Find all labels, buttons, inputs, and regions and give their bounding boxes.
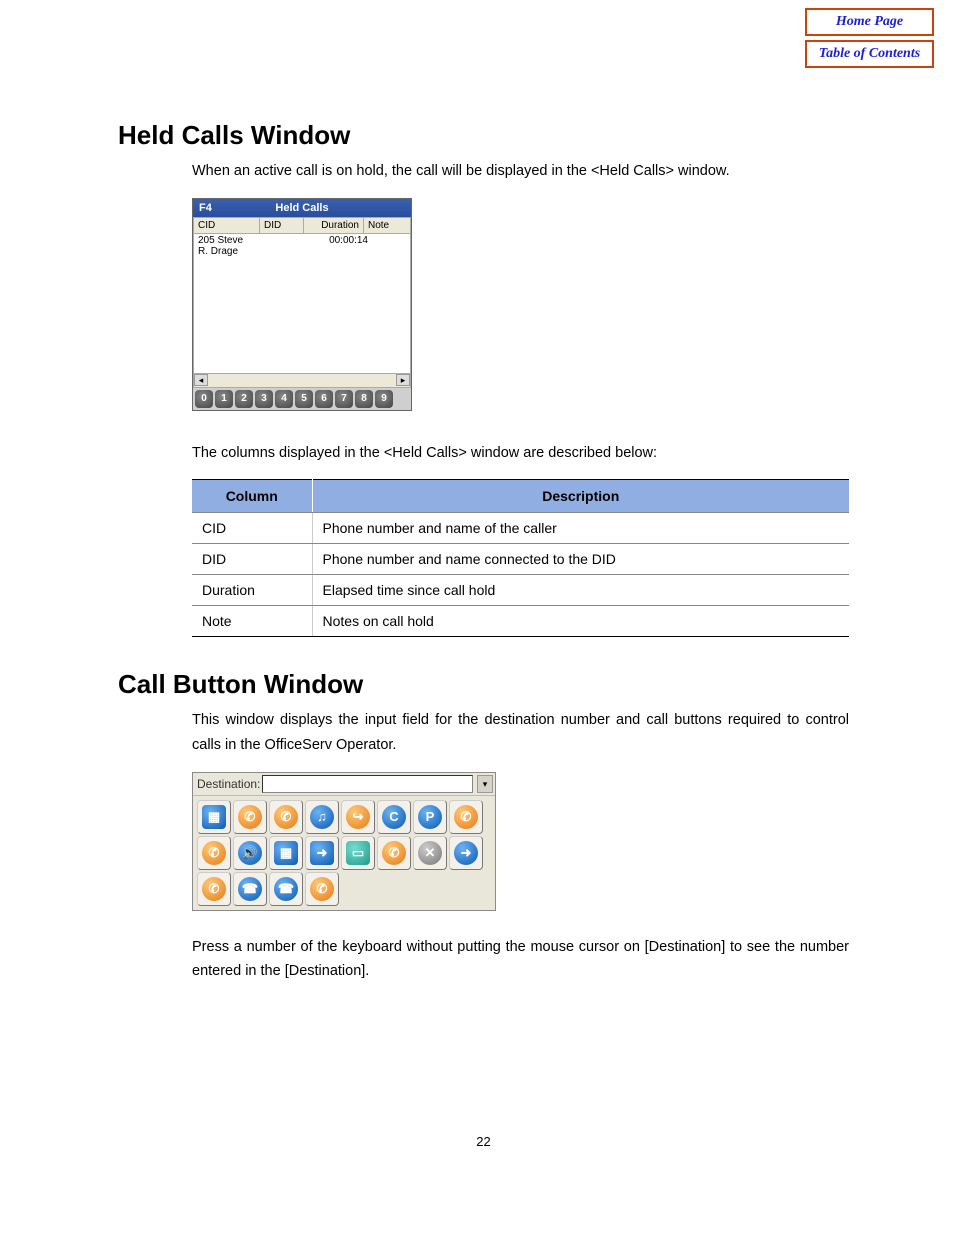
held-calls-intro: When an active call is on hold, the call… (192, 159, 849, 184)
speaker-icon: 🔊 (238, 841, 262, 865)
conference-button[interactable]: ▦ (269, 836, 303, 870)
digit-5-button[interactable]: 5 (295, 390, 313, 408)
redial-button[interactable]: ✆ (197, 872, 231, 906)
col-did[interactable]: DID (260, 218, 304, 233)
cancel-icon: ✕ (418, 841, 442, 865)
digit-2-button[interactable]: 2 (235, 390, 253, 408)
held-call-row[interactable]: 205 Steve R. Drage 00:00:14 (194, 234, 410, 258)
camp-button[interactable]: C (377, 800, 411, 834)
record-icon: ✆ (382, 841, 406, 865)
held-calls-titlebar: F4 Held Calls (193, 199, 411, 217)
digit-4-button[interactable]: 4 (275, 390, 293, 408)
mute-icon: ✆ (202, 841, 226, 865)
held-calls-heading: Held Calls Window (118, 120, 849, 151)
cell-column: Duration (192, 575, 312, 606)
call-button-after: Press a number of the keyboard without p… (192, 935, 849, 984)
call-button-window: Destination: ▾ ▦ ✆ ✆ ♫ ↪ CP ✆ ✆ 🔊 ▦ ➜ ▭ ✆ ✕ ➜ ✆ ☎ ☎ ✆ (192, 772, 496, 911)
hangup-icon: ☎ (274, 877, 298, 901)
hangup-button[interactable]: ☎ (269, 872, 303, 906)
col-duration[interactable]: Duration (304, 218, 364, 233)
answer-icon: ✆ (238, 805, 262, 829)
digit-0-button[interactable]: 0 (195, 390, 213, 408)
digit-row: 0123456789 (193, 388, 411, 410)
pickup-icon: ✆ (310, 877, 334, 901)
row-duration: 00:00:14 (308, 235, 368, 257)
destination-dropdown-icon[interactable]: ▾ (477, 775, 493, 793)
row-cid-line2: R. Drage (198, 246, 264, 257)
forward-button[interactable]: ➜ (305, 836, 339, 870)
speaker-button[interactable]: 🔊 (233, 836, 267, 870)
table-row: DIDPhone number and name connected to th… (192, 544, 849, 575)
call-button-heading: Call Button Window (118, 669, 849, 700)
transfer-button[interactable]: ↪ (341, 800, 375, 834)
page-number: 22 (118, 1134, 849, 1149)
table-row: CIDPhone number and name of the caller (192, 513, 849, 544)
status-icon: ▦ (202, 805, 226, 829)
end-icon: ☎ (238, 877, 262, 901)
end-button[interactable]: ☎ (233, 872, 267, 906)
th-column: Column (192, 480, 312, 513)
mute-button[interactable]: ✆ (197, 836, 231, 870)
transfer-icon: ↪ (346, 805, 370, 829)
row-did (264, 235, 308, 257)
hold-music-icon: ♫ (310, 805, 334, 829)
destination-input[interactable] (262, 775, 473, 793)
scroll-right-icon[interactable]: ▸ (396, 374, 410, 386)
digit-9-button[interactable]: 9 (375, 390, 393, 408)
held-calls-columns: CID DID Duration Note (193, 217, 411, 234)
cell-description: Phone number and name of the caller (312, 513, 849, 544)
digit-3-button[interactable]: 3 (255, 390, 273, 408)
record-button[interactable]: ✆ (377, 836, 411, 870)
held-calls-body: 205 Steve R. Drage 00:00:14 (193, 234, 411, 374)
card-button[interactable]: ▭ (341, 836, 375, 870)
digit-1-button[interactable]: 1 (215, 390, 233, 408)
held-calls-title: Held Calls (251, 202, 354, 214)
conference-icon: ▦ (274, 841, 298, 865)
scroll-left-icon[interactable]: ◂ (194, 374, 208, 386)
page-button[interactable]: ✆ (449, 800, 483, 834)
pickup-button[interactable]: ✆ (305, 872, 339, 906)
hold-music-button[interactable]: ♫ (305, 800, 339, 834)
digit-8-button[interactable]: 8 (355, 390, 373, 408)
page-icon: ✆ (454, 805, 478, 829)
digit-7-button[interactable]: 7 (335, 390, 353, 408)
cell-column: DID (192, 544, 312, 575)
answer-button[interactable]: ✆ (233, 800, 267, 834)
columns-description-table: Column Description CIDPhone number and n… (192, 479, 849, 637)
card-icon: ▭ (346, 841, 370, 865)
cell-description: Notes on call hold (312, 606, 849, 637)
destination-label: Destination: (195, 777, 262, 791)
redial-icon: ✆ (202, 877, 226, 901)
cell-description: Phone number and name connected to the D… (312, 544, 849, 575)
camp-icon: C (382, 805, 406, 829)
col-cid[interactable]: CID (194, 218, 260, 233)
dial-icon: ✆ (274, 805, 298, 829)
digit-6-button[interactable]: 6 (315, 390, 333, 408)
status-button[interactable]: ▦ (197, 800, 231, 834)
table-row: DurationElapsed time since call hold (192, 575, 849, 606)
toc-button[interactable]: Table of Contents (805, 40, 934, 68)
next-icon: ➜ (454, 841, 478, 865)
cancel-button[interactable]: ✕ (413, 836, 447, 870)
row-note (368, 235, 406, 257)
cell-description: Elapsed time since call hold (312, 575, 849, 606)
row-cid-line1: 205 Steve (198, 235, 264, 246)
park-button[interactable]: P (413, 800, 447, 834)
home-page-button[interactable]: Home Page (805, 8, 934, 36)
cell-column: CID (192, 513, 312, 544)
next-button[interactable]: ➜ (449, 836, 483, 870)
table-row: NoteNotes on call hold (192, 606, 849, 637)
dial-button[interactable]: ✆ (269, 800, 303, 834)
call-button-intro: This window displays the input field for… (192, 708, 849, 757)
cell-column: Note (192, 606, 312, 637)
th-description: Description (312, 480, 849, 513)
held-calls-window: F4 Held Calls CID DID Duration Note 205 … (192, 198, 412, 411)
held-calls-key: F4 (199, 202, 251, 214)
park-icon: P (418, 805, 442, 829)
forward-icon: ➜ (310, 841, 334, 865)
col-note[interactable]: Note (364, 218, 410, 233)
held-calls-after: The columns displayed in the <Held Calls… (192, 441, 849, 466)
